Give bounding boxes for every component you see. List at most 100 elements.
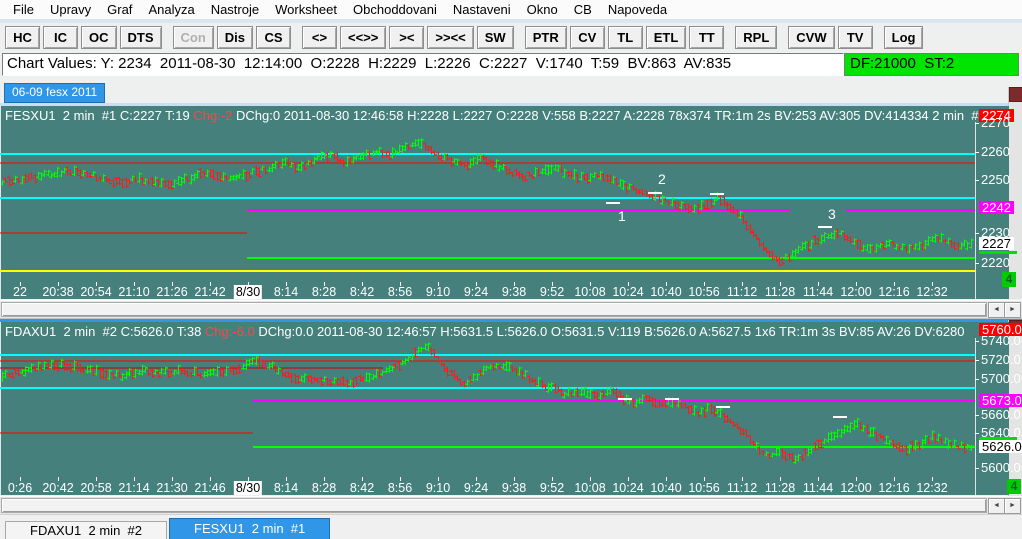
header-segment: Chg:-6.0 [204,324,255,339]
menu-item-cb[interactable]: CB [566,1,600,18]
time-axis-label: 12:00 [840,285,872,299]
toolbar-button-ltltgtgt[interactable]: <<>> [340,25,387,49]
time-axis-label: 10:56 [688,285,720,299]
toolbar-button-hc[interactable]: HC [5,25,40,49]
menu-item-graf[interactable]: Graf [99,1,140,18]
trade-number-label: 3 [828,206,836,222]
toolbar-button-con[interactable]: Con [172,25,214,49]
toolbar-group: RPL [735,25,780,49]
price-tick [975,379,979,380]
toolbar-button-etl[interactable]: ETL [645,25,687,49]
menu-item-okno[interactable]: Okno [519,1,566,18]
toolbar-button-cv[interactable]: CV [569,25,605,49]
toolbar-button-log[interactable]: Log [883,25,924,49]
toolbar-group: CVW TV [788,25,875,49]
date-marker: 8/30 [233,481,263,495]
price-marker-white: 2227 [979,237,1014,250]
bottom-tab-fesxu1[interactable]: FESXU1 2 min #1 [169,518,331,539]
scroll-left-icon[interactable]: ◄ [988,302,1005,318]
time-axis-label: 20:42 [42,481,74,495]
toolbar-button-tl[interactable]: TL [607,25,643,49]
toolbar-group: Con Dis CS [172,25,295,49]
menu-item-upravy[interactable]: Upravy [42,1,99,18]
menu-item-worksheet[interactable]: Worksheet [267,1,345,18]
time-axis-label: 12:32 [916,481,948,495]
time-axis-label: 9:10 [425,285,451,299]
menu-item-nastroje[interactable]: Nastroje [203,1,267,18]
toolbar-button-gtgtltlt[interactable]: >><< [427,25,474,49]
time-axis-label: 12:16 [878,481,910,495]
depth-badge: 4 [1007,479,1021,494]
time-axis-label: 8:14 [273,285,299,299]
scrollbar-thumb[interactable] [1,498,987,513]
df-st-badge: DF:21000 ST:2 [844,53,1019,76]
toolbar-button-ltgt[interactable]: <> [302,25,338,49]
pane-handle-icon[interactable] [1009,87,1022,102]
price-tick [975,263,979,264]
price-axis-label: 5740.0 [981,333,1021,348]
toolbar-button-sw[interactable]: SW [476,25,514,49]
toolbar-button-tt[interactable]: TT [689,25,725,49]
toolbar-group: <> <<>> >< >><< SW [302,25,517,49]
chart-header-fdaxu1: FDAXU1 2 min #2 C:5626.0 T:38 Chg:-6.0 D… [5,324,965,339]
price-tick [975,433,979,434]
toolbar-button-rpl[interactable]: RPL [735,25,778,49]
toolbar-button-ic[interactable]: IC [43,25,78,49]
time-axis-label: 10:08 [574,481,606,495]
time-axis-label: 22 [13,285,27,299]
scroll-left-icon[interactable]: ◄ [988,498,1005,514]
toolbar-button-dis[interactable]: Dis [216,25,254,49]
worksheet-tab[interactable]: 06-09 fesx 2011 [4,83,106,103]
price-tick [975,341,979,342]
date-marker: 8/30 [233,285,263,299]
toolbar-button-tv[interactable]: TV [837,25,873,49]
time-axis-label: 11:44 [802,481,834,495]
chart2-h-scrollbar[interactable]: ◄ ► [0,496,1022,515]
toolbar-group: PTR CV TL ETL TT [524,25,728,49]
price-axis-label: 5660.0 [981,407,1021,422]
scroll-right-icon[interactable]: ► [1004,302,1021,318]
menu-item-nastaveni[interactable]: Nastaveni [445,1,519,18]
time-axis-label: 21:42 [194,285,226,299]
price-axis-label: 5700.0 [981,371,1021,386]
price-axis-label: 2270 [981,115,1010,130]
price-axis-label: 2260 [981,144,1010,159]
worksheet-tab-bar: 06-09 fesx 2011 [0,83,1022,103]
scrollbar-thumb[interactable] [1,302,987,317]
time-axis-label: 10:56 [688,481,720,495]
price-tick [975,233,979,234]
toolbar-button-dts[interactable]: DTS [119,25,162,49]
time-axis-label: 8:42 [349,481,375,495]
time-axis-label: 12:00 [840,481,872,495]
time-axis-label: 10:24 [612,481,644,495]
bottom-tab-fdaxu1[interactable]: FDAXU1 2 min #2 [5,521,167,539]
toolbar-button-oc[interactable]: OC [81,25,117,49]
toolbar-button-cvw[interactable]: CVW [788,25,835,49]
toolbar-button-ptr[interactable]: PTR [524,25,567,49]
time-axis-label: 21:26 [156,285,188,299]
time-axis-label: 12:16 [878,285,910,299]
chart-panel-fesxu1[interactable]: FESXU1 2 min #1 C:2227 T:19 Chg:-2 DChg:… [0,106,1017,299]
toolbar: HC IC OC DTS Con Dis CS <> <<>> >< >><< SW PTR CV TL ET… [0,24,1022,50]
menu-item-napoveda[interactable]: Napoveda [600,1,675,18]
price-axis-label: 5720.0 [981,352,1021,367]
last-price-strip [979,251,1017,254]
axis-separator [975,122,976,299]
trade-number-label: 2 [658,171,666,187]
chart-panel-fdaxu1[interactable]: FDAXU1 2 min #2 C:5626.0 T:38 Chg:-6.0 D… [0,322,1022,495]
time-axis-label: 11:12 [726,285,758,299]
bottom-tab-bar: FDAXU1 2 min #2 FESXU1 2 min #1 [0,514,1022,539]
toolbar-group: HC IC OC DTS [5,25,165,49]
menu-item-file[interactable]: File [5,1,42,18]
time-axis-label: 8:14 [273,481,299,495]
price-marker-magenta: 5673.0 [979,394,1022,407]
time-axis-label: 12:32 [916,285,948,299]
menu-item-obchoddovani[interactable]: Obchoddovani [345,1,445,18]
scroll-right-icon[interactable]: ► [1004,498,1021,514]
toolbar-button-gtlt[interactable]: >< [389,25,425,49]
menu-bar: File Upravy Graf Analyza Nastroje Worksheet Ob… [0,0,1022,20]
menu-item-analyza[interactable]: Analyza [140,1,202,18]
toolbar-button-cs[interactable]: CS [256,25,292,49]
header-segment: FESXU1 2 min #1 C:2227 T:19 [5,108,194,123]
chart1-h-scrollbar[interactable]: ◄ ► [0,300,1022,319]
